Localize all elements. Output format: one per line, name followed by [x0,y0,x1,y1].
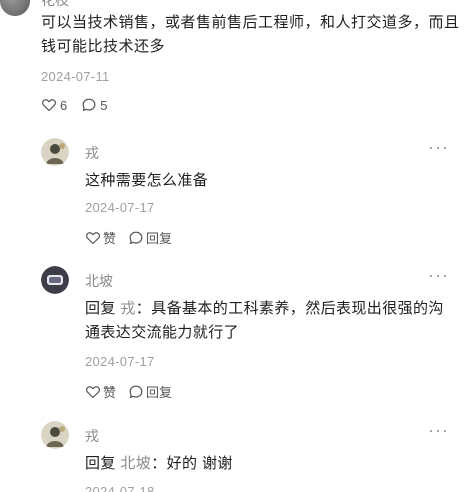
reply-item: 戎 ··· 回复 北坡：好的 谢谢 2024-07-18 [41,421,461,492]
reply-actions: 赞 回复 [85,382,172,401]
avatar[interactable] [41,421,69,449]
avatar[interactable] [41,266,69,294]
like-label: 赞 [103,231,117,246]
reply-text: 回复 戎：具备基本的工科素养，然后表现出很强的沟通表达交流能力就行了 [85,297,455,345]
reply-mention[interactable]: 戎 [120,300,135,317]
reply-button[interactable]: 回复 [128,382,172,401]
heart-icon [85,384,101,400]
like-count: 6 [60,97,68,113]
reply-label: 回复 [146,385,173,400]
reply-text: 回复 北坡：好的 谢谢 [85,452,455,476]
comment-count: 5 [100,97,108,113]
comment-bubble-icon [128,384,144,400]
reply-prefix: 回复 [85,300,116,317]
reply-prefix: 回复 [85,455,116,472]
comment-date: 2024-07-11 [41,69,110,84]
like-button[interactable]: 赞 [85,382,116,401]
reply-author[interactable]: 北坡 [85,271,113,291]
comment-author[interactable]: 花枝 [41,0,69,10]
more-dots-icon[interactable]: ··· [428,266,449,284]
like-label: 赞 [103,385,117,400]
comment-bubble-icon [128,230,144,246]
comment-thread: 花枝 可以当技术销售，或者售前售后工程师，和人打交道多，而且钱可能比技术还多 2… [0,0,475,492]
avatar[interactable] [41,138,69,166]
reply-body: ：具备基本的工科素养，然后表现出很强的沟通表达交流能力就行了 [85,300,444,341]
like-button[interactable]: 赞 [85,228,116,247]
comment-content: 可以当技术销售，或者售前售后工程师，和人打交道多，而且钱可能比技术还多 [41,14,460,55]
reply-date: 2024-07-17 [85,200,155,215]
reply-label: 回复 [146,231,173,246]
comment-bubble-icon [81,97,97,113]
heart-icon [85,230,101,246]
more-dots-icon[interactable]: ··· [428,421,449,439]
like-button[interactable]: 6 [41,97,67,113]
reply-actions: 赞 回复 [85,228,172,247]
reply-body: 这种需要怎么准备 [85,172,209,189]
reply-date: 2024-07-18 [85,484,155,492]
reply-body: ：好的 谢谢 [151,455,233,472]
reply-item: 北坡 ··· 回复 戎：具备基本的工科素养，然后表现出很强的沟通表达交流能力就行… [41,266,461,416]
reply-item: 戎 ··· 这种需要怎么准备 2024-07-17 赞 回复 [41,138,461,258]
heart-icon [41,97,57,113]
comment-actions: 6 5 [41,97,107,113]
reply-author[interactable]: 戎 [85,426,99,446]
reply-date: 2024-07-17 [85,354,155,369]
reply-author[interactable]: 戎 [85,143,99,163]
more-dots-icon[interactable]: ··· [428,138,449,156]
reply-mention[interactable]: 北坡 [120,455,151,472]
comment-button[interactable]: 5 [81,97,107,113]
reply-text: 这种需要怎么准备 [85,169,455,193]
reply-button[interactable]: 回复 [128,228,172,247]
avatar[interactable] [0,0,30,16]
